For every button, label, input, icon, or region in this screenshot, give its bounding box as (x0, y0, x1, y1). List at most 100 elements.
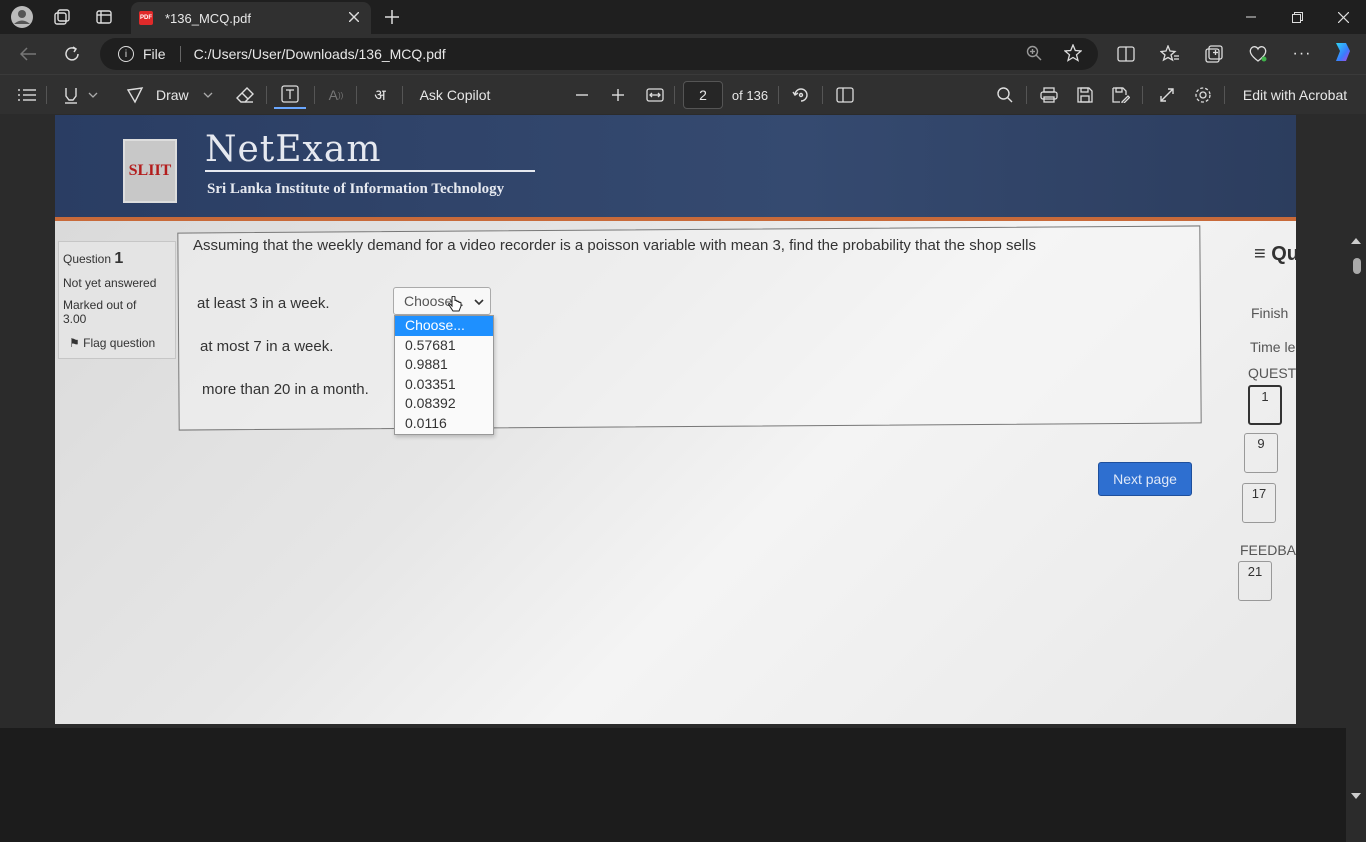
ask-copilot-label: Ask Copilot (419, 87, 491, 103)
nav-questions-label: QUEST (1248, 365, 1296, 381)
tab-actions-icon[interactable] (92, 5, 116, 29)
eraser-icon[interactable] (232, 81, 258, 109)
translate-icon[interactable]: अ (366, 81, 394, 109)
flag-label: Flag question (83, 336, 156, 350)
zoom-in-icon[interactable] (606, 81, 630, 109)
question-label: Question (63, 252, 112, 266)
more-icon[interactable]: ··· (1290, 42, 1314, 66)
fit-page-icon[interactable] (642, 81, 668, 109)
zoom-out-icon[interactable] (570, 81, 594, 109)
search-icon[interactable] (992, 81, 1018, 109)
answer-select[interactable]: Choose... (393, 287, 491, 315)
refresh-icon[interactable] (60, 42, 84, 66)
ask-copilot-button[interactable]: Ask Copilot (410, 81, 500, 109)
option-choose[interactable]: Choose... (395, 316, 493, 336)
draw-icon (126, 87, 144, 104)
settings-gear-icon[interactable] (1190, 81, 1216, 109)
option-2[interactable]: 0.9881 (395, 355, 493, 375)
collections-icon[interactable] (1202, 42, 1226, 66)
nav-question-1[interactable]: 1 (1248, 385, 1282, 425)
question-info-panel: Question 1 Not yet answered Marked out o… (58, 241, 176, 359)
page-number: 2 (699, 87, 707, 103)
answer-row-2: at most 7 in a week. (200, 338, 334, 355)
copilot-icon[interactable] (1330, 40, 1354, 64)
browser-essentials-icon[interactable] (1246, 42, 1270, 66)
sliit-logo: SLIIT (123, 139, 177, 203)
logo-text: SLIIT (128, 162, 172, 179)
back-icon[interactable] (16, 42, 40, 66)
fullscreen-icon[interactable] (1154, 81, 1180, 109)
page-view-icon[interactable] (832, 81, 858, 109)
option-3[interactable]: 0.03351 (395, 375, 493, 395)
pdf-file-icon: PDF (139, 11, 153, 25)
draw-button[interactable]: Draw (126, 81, 226, 109)
nav-title: ≡ Qu (1254, 243, 1296, 265)
url-field[interactable]: i File C:/Users/User/Downloads/136_MCQ.p… (100, 38, 1098, 70)
page-number-input[interactable]: 2 (683, 81, 723, 109)
read-aloud-icon[interactable]: A)) (322, 81, 350, 109)
option-4[interactable]: 0.08392 (395, 394, 493, 414)
contents-icon[interactable] (14, 81, 40, 109)
acrobat-label: Edit with Acrobat (1242, 87, 1348, 103)
close-tab-icon[interactable] (345, 8, 363, 26)
quiz-navigation: ≡ Qu Finish Time le QUEST 1 9 17 FEEDBA … (1238, 235, 1296, 635)
nav-feedback-label: FEEDBA (1240, 542, 1296, 558)
restore-icon[interactable] (1274, 0, 1320, 34)
close-window-icon[interactable] (1320, 0, 1366, 34)
new-tab-icon[interactable] (380, 5, 404, 29)
print-icon[interactable] (1036, 81, 1062, 109)
info-icon[interactable]: i (118, 46, 134, 62)
institute-name: Sri Lanka Institute of Information Techn… (207, 181, 505, 197)
chevron-down-icon (88, 92, 98, 98)
brand-title: NetExam (205, 129, 382, 170)
scrollbar-thumb[interactable] (1353, 258, 1361, 274)
netexam-banner: SLIIT NetExam Sri Lanka Institute of Inf… (55, 115, 1296, 221)
tab-active-pdf[interactable]: PDF *136_MCQ.pdf (131, 2, 371, 34)
split-screen-icon[interactable] (1114, 42, 1138, 66)
text-box-icon (281, 85, 299, 103)
url-scheme: File (143, 46, 166, 62)
save-icon[interactable] (1072, 81, 1098, 109)
question-marks: Marked out of 3.00 (63, 298, 137, 326)
pdf-toolbar: Draw A)) अ Ask Copilot 2 of 136 Edit wit… (0, 74, 1366, 114)
favorites-icon[interactable] (1158, 42, 1182, 66)
question-text: Assuming that the weekly demand for a vi… (193, 237, 1036, 254)
profile-icon[interactable] (10, 5, 34, 29)
brand-underline (205, 170, 535, 172)
hand-cursor-icon (448, 296, 462, 312)
flag-question-link[interactable]: ⚑ Flag question (69, 336, 171, 350)
option-5[interactable]: 0.0116 (395, 414, 493, 434)
favorite-star-icon[interactable] (1063, 42, 1083, 65)
question-number: 1 (114, 250, 124, 267)
nav-question-9[interactable]: 9 (1244, 433, 1278, 473)
zoom-icon[interactable] (1026, 45, 1042, 64)
chevron-down-icon (203, 92, 213, 98)
tab-title: *136_MCQ.pdf (165, 10, 251, 26)
scroll-down-icon[interactable] (1351, 793, 1361, 799)
chevron-down-icon (474, 299, 484, 306)
pdf-page-photo: SLIIT NetExam Sri Lanka Institute of Inf… (55, 115, 1296, 724)
text-tool-button[interactable] (274, 81, 306, 109)
scroll-up-icon[interactable] (1351, 238, 1361, 244)
url-text: C:/Users/User/Downloads/136_MCQ.pdf (193, 46, 446, 62)
minimize-icon[interactable] (1228, 0, 1274, 34)
nav-time: Time le (1250, 339, 1296, 355)
edit-with-acrobat-button[interactable]: Edit with Acrobat (1234, 81, 1356, 109)
address-bar-row: i File C:/Users/User/Downloads/136_MCQ.p… (0, 34, 1366, 74)
nav-question-17[interactable]: 17 (1242, 483, 1276, 523)
highlight-button[interactable] (56, 81, 104, 109)
save-as-icon[interactable] (1108, 81, 1134, 109)
nav-finish[interactable]: Finish (1251, 305, 1288, 321)
answer-dropdown-list: Choose... 0.57681 0.9881 0.03351 0.08392… (394, 315, 494, 435)
answer-row-1: at least 3 in a week. (197, 295, 330, 312)
pdf-viewer: SLIIT NetExam Sri Lanka Institute of Inf… (0, 114, 1366, 842)
answer-row-3: more than 20 in a month. (202, 381, 369, 398)
nav-question-21[interactable]: 21 (1238, 561, 1272, 601)
rotate-icon[interactable] (788, 81, 814, 109)
next-page-button[interactable]: Next page (1098, 462, 1192, 496)
option-1[interactable]: 0.57681 (395, 336, 493, 356)
draw-label: Draw (156, 87, 189, 103)
vertical-scrollbar[interactable] (1346, 228, 1366, 842)
page-total: of 136 (731, 87, 769, 103)
workspaces-icon[interactable] (50, 5, 74, 29)
